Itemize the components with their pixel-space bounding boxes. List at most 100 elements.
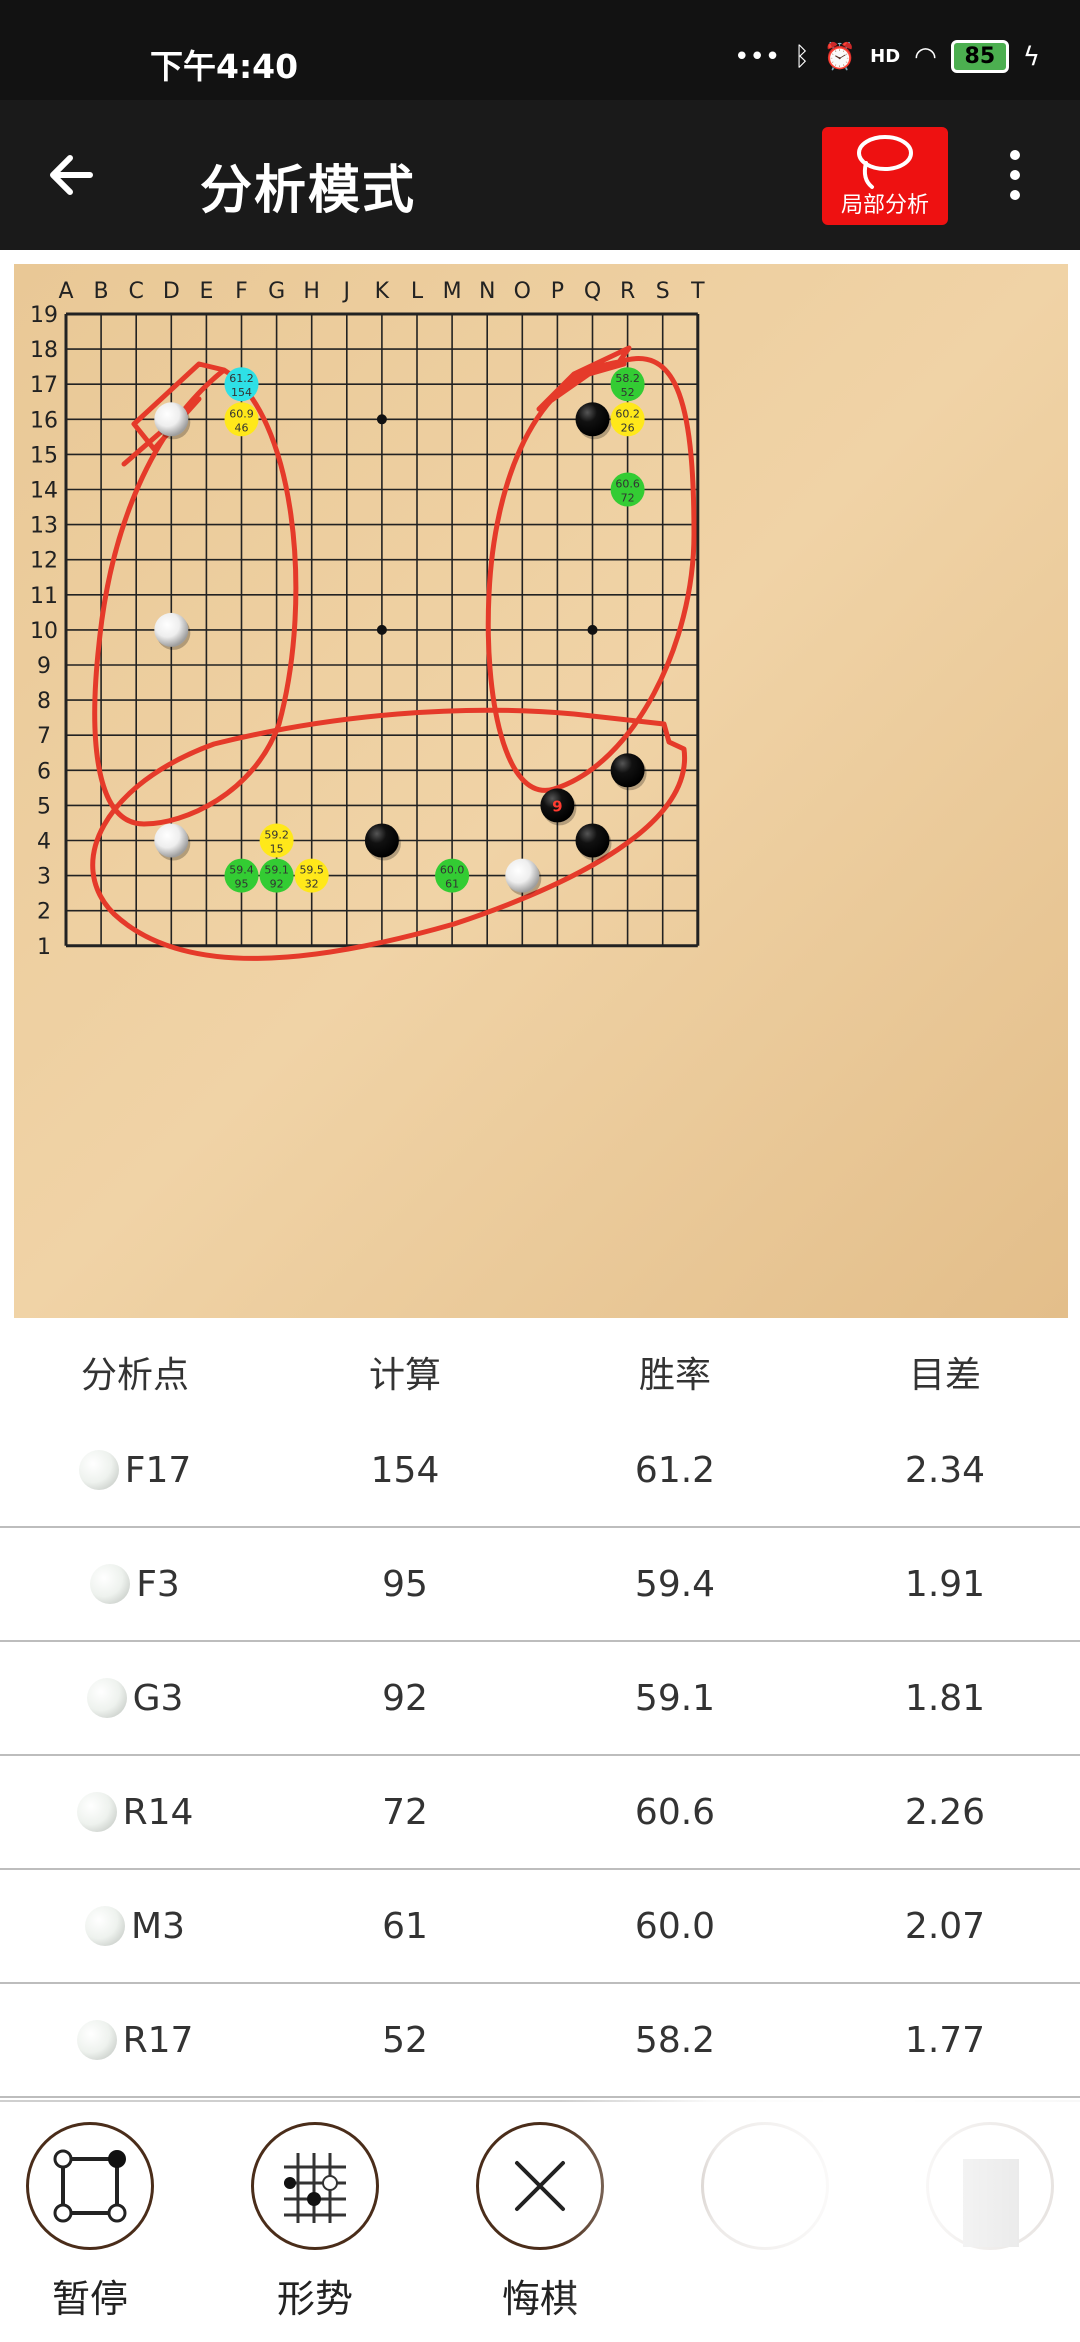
- row-score: 1.91: [904, 1563, 986, 1605]
- column-label: Q: [584, 279, 601, 304]
- more-dots-icon: •••: [734, 41, 781, 72]
- column-label: P: [551, 279, 564, 304]
- candidate-visits: 26: [621, 421, 635, 434]
- white-stone: [154, 612, 189, 647]
- app-bar: 分析模式 局部分析: [0, 100, 1080, 250]
- candidate-winrate: 60.0: [440, 864, 465, 877]
- candidate-visits: 15: [270, 843, 284, 856]
- candidate-visits: 92: [270, 878, 284, 891]
- row-score: 1.77: [904, 2019, 986, 2061]
- star-point: [587, 624, 598, 635]
- column-label: H: [303, 279, 320, 304]
- back-button[interactable]: [40, 140, 110, 210]
- go-board[interactable]: A B C D E F G H J K L M N O P Q R S T 19 18 17 16 15 14 13 12 11 10 9…: [14, 264, 1068, 1318]
- point-label: M3: [131, 1905, 185, 1947]
- point-label: R17: [122, 2019, 194, 2061]
- situation-label: 形势: [276, 2277, 353, 2321]
- row-label: 13: [30, 514, 58, 539]
- row-label: 17: [30, 373, 58, 398]
- candidate-visits: 61: [445, 878, 459, 891]
- row-visits: 52: [382, 2019, 428, 2061]
- status-bar: 下午4:40 ••• ᛒ ⏰ HD ◠ 85 ϟ: [0, 0, 1080, 100]
- column-label: N: [479, 279, 495, 304]
- pause-label: 暂停: [51, 2277, 128, 2321]
- row-winrate: 58.2: [634, 2019, 716, 2061]
- candidate-winrate: 59.1: [264, 864, 289, 877]
- row-label: 9: [37, 654, 51, 679]
- move-number: 9: [552, 797, 562, 815]
- row-visits: 154: [370, 1449, 440, 1491]
- row-visits: 72: [382, 1791, 428, 1833]
- column-label: T: [690, 279, 705, 304]
- board-situation-icon: [251, 2122, 379, 2250]
- row-label: 1: [37, 935, 51, 960]
- row-winrate: 60.0: [634, 1905, 716, 1947]
- pause-button[interactable]: 暂停: [0, 2122, 180, 2323]
- table-header: 分析点 计算 胜率 目差: [0, 1330, 1080, 1414]
- situation-button[interactable]: 形势: [225, 2122, 405, 2323]
- column-label: O: [514, 279, 531, 304]
- white-stone-icon: [76, 2020, 117, 2060]
- column-label: M: [443, 279, 462, 304]
- black-stone: [575, 823, 610, 858]
- white-stone: [154, 823, 189, 858]
- row-label: 14: [30, 479, 58, 504]
- column-label: B: [94, 279, 109, 304]
- row-label: 5: [37, 794, 51, 819]
- more-options-button[interactable]: [1000, 145, 1030, 205]
- point-label: F17: [124, 1449, 192, 1491]
- table-row[interactable]: M3 61 60.0 2.07: [0, 1870, 1080, 1984]
- candidate-visits: 95: [235, 878, 249, 891]
- row-point: F17: [20, 1414, 250, 1526]
- wifi-icon: ◠: [914, 41, 937, 72]
- row-label: 16: [30, 408, 58, 433]
- more-vert-icon: [1010, 150, 1020, 200]
- row-label: 15: [30, 443, 58, 468]
- row-point: R17: [20, 1984, 250, 2096]
- bluetooth-icon: ᛒ: [794, 41, 810, 72]
- row-visits: 92: [382, 1677, 428, 1719]
- row-label: 10: [30, 619, 58, 644]
- row-score: 2.34: [904, 1449, 986, 1491]
- row-label: 19: [30, 303, 58, 328]
- star-point: [376, 414, 387, 425]
- row-label: 18: [30, 338, 58, 363]
- header-winrate: 胜率: [638, 1355, 711, 1396]
- status-time: 下午4:40: [150, 47, 299, 86]
- local-analysis-button[interactable]: 局部分析: [822, 127, 948, 225]
- header-point: 分析点: [80, 1355, 189, 1396]
- column-label: R: [620, 279, 635, 304]
- row-label: 6: [37, 759, 51, 784]
- point-label: F3: [136, 1563, 180, 1605]
- analysis-table: 分析点 计算 胜率 目差 F17 154 61.2 2.34 F3 95 59.4 1.91 G…: [0, 1330, 1080, 2098]
- row-point: F3: [20, 1528, 250, 1640]
- star-point: [376, 624, 387, 635]
- table-row[interactable]: F17 154 61.2 2.34: [0, 1414, 1080, 1528]
- candidate-winrate: 60.2: [615, 407, 640, 420]
- candidate-visits: 72: [621, 492, 635, 505]
- candidate-visits: 154: [231, 386, 252, 399]
- row-winrate: 59.1: [634, 1677, 716, 1719]
- header-visits: 计算: [368, 1355, 441, 1396]
- candidate-winrate: 61.2: [229, 372, 254, 385]
- white-stone-icon: [78, 1450, 119, 1490]
- toolbar-fade-overlay: [560, 2100, 1080, 2340]
- point-label: R14: [122, 1791, 194, 1833]
- column-label: A: [58, 279, 73, 304]
- table-row[interactable]: F3 95 59.4 1.91: [0, 1528, 1080, 1642]
- table-row[interactable]: R14 72 60.6 2.26: [0, 1756, 1080, 1870]
- column-label: F: [235, 279, 248, 304]
- candidate-winrate: 60.9: [229, 407, 254, 420]
- row-score: 1.81: [904, 1677, 986, 1719]
- point-label: G3: [132, 1677, 184, 1719]
- table-row[interactable]: G3 92 59.1 1.81: [0, 1642, 1080, 1756]
- row-label: 7: [37, 724, 51, 749]
- local-analysis-label: 局部分析: [840, 193, 929, 218]
- pause-icon: [26, 2122, 154, 2250]
- row-label: 3: [37, 865, 51, 890]
- signal-icon: HD: [870, 46, 901, 67]
- table-row[interactable]: R17 52 58.2 1.77: [0, 1984, 1080, 2098]
- row-score: 2.07: [904, 1905, 986, 1947]
- column-label: J: [342, 279, 351, 304]
- row-label: 11: [30, 584, 58, 609]
